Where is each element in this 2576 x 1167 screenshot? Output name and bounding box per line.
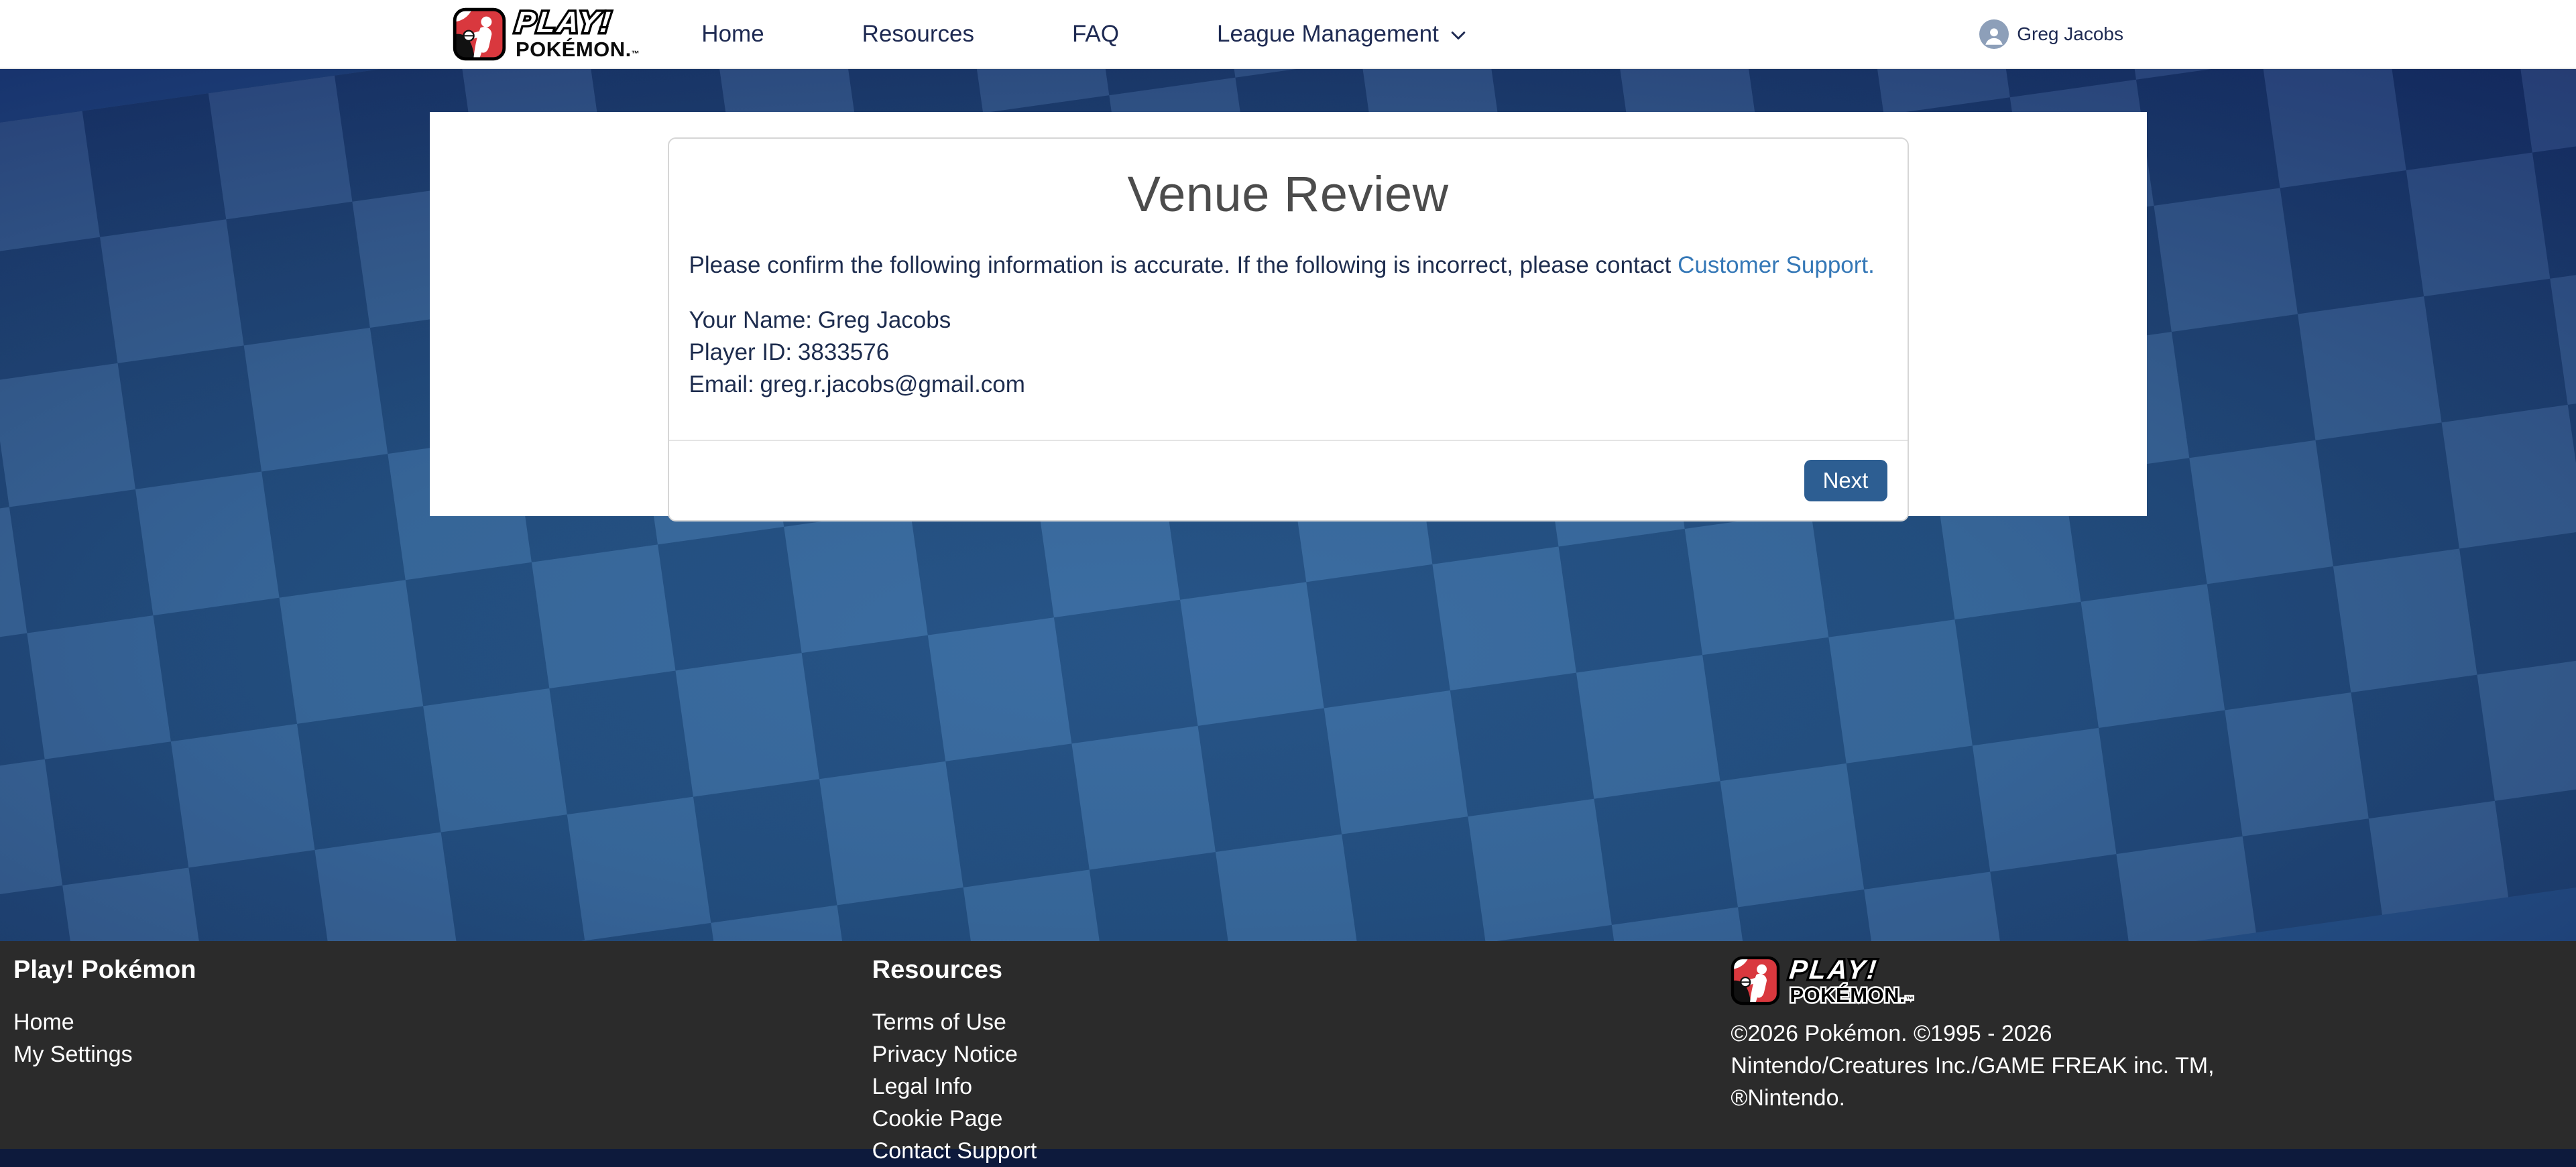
footer-link-terms-of-use[interactable]: Terms of Use [872, 1006, 1704, 1038]
content-panel: Venue Review Please confirm the followin… [430, 112, 2147, 516]
card-body: Venue Review Please confirm the followin… [669, 139, 1908, 440]
page-title: Venue Review [689, 166, 1887, 223]
nav-league-management-label: League Management [1217, 21, 1439, 48]
person-icon [1983, 25, 2005, 48]
logo-text: PLAY! POKÉMON.™ [1790, 957, 1914, 1005]
logo-pokemon-wordmark: POKÉMON.™ [1790, 985, 1914, 1005]
copyright-line-3: ®Nintendo. [1731, 1085, 1845, 1111]
copyright-line-1: ©2026 Pokémon. ©1995 - 2026 [1731, 1021, 2052, 1046]
field-email-label: Email: [689, 371, 754, 397]
footer-link-home[interactable]: Home [13, 1006, 845, 1038]
footer-link-cookie-page[interactable]: Cookie Page [872, 1103, 1704, 1135]
primary-nav: Home Resources FAQ League Management [701, 21, 1468, 48]
play-pokemon-emblem-icon [1731, 956, 1780, 1005]
avatar [1979, 19, 2009, 49]
venue-review-card: Venue Review Please confirm the followin… [668, 137, 1909, 521]
logo-play-wordmark: PLAY! [1788, 957, 1916, 983]
footer: Play! Pokémon Home My Settings Resources… [0, 941, 2576, 1149]
header-inner: PLAY! POKÉMON.™ Home Resources FAQ Leagu… [453, 7, 2123, 61]
user-name: Greg Jacobs [2017, 23, 2123, 45]
nav-faq[interactable]: FAQ [1072, 21, 1119, 48]
footer-col-play-pokemon: Play! Pokémon Home My Settings [0, 956, 859, 1149]
nav-home-label: Home [701, 21, 764, 48]
logo-play-wordmark: PLAY! [514, 8, 642, 38]
footer-heading-play-pokemon: Play! Pokémon [13, 956, 845, 985]
user-menu[interactable]: Greg Jacobs [1979, 19, 2123, 49]
next-button[interactable]: Next [1804, 460, 1887, 501]
footer-col-legal: PLAY! POKÉMON.™ ©2026 Pokémon. ©1995 - 2… [1717, 956, 2576, 1149]
field-email: Email:greg.r.jacobs@gmail.com [689, 369, 1887, 401]
play-pokemon-logo[interactable]: PLAY! POKÉMON.™ [453, 7, 640, 61]
nav-resources-label: Resources [862, 21, 974, 48]
customer-support-link[interactable]: Customer Support. [1678, 252, 1875, 278]
logo-text: PLAY! POKÉMON.™ [516, 8, 640, 60]
trademark-symbol: ™ [1906, 995, 1914, 1004]
nav-league-management[interactable]: League Management [1217, 21, 1468, 48]
footer-link-my-settings[interactable]: My Settings [13, 1038, 845, 1070]
field-player-id-label: Player ID: [689, 339, 793, 365]
footer-link-contact-support[interactable]: Contact Support [872, 1135, 1704, 1167]
copyright-line-2: Nintendo/Creatures Inc./GAME FREAK inc. … [1731, 1053, 2214, 1079]
nav-home[interactable]: Home [701, 21, 764, 48]
main-area: Venue Review Please confirm the followin… [0, 69, 2576, 941]
footer-heading-resources: Resources [872, 956, 1704, 985]
nav-faq-label: FAQ [1072, 21, 1119, 48]
trademark-symbol: ™ [632, 49, 640, 58]
player-info: Your Name:Greg Jacobs Player ID:3833576 … [689, 304, 1887, 401]
header: PLAY! POKÉMON.™ Home Resources FAQ Leagu… [0, 0, 2576, 69]
confirmation-text: Please confirm the following information… [689, 252, 1887, 279]
footer-play-pokemon-logo: PLAY! POKÉMON.™ [1731, 956, 2563, 1005]
field-email-value: greg.r.jacobs@gmail.com [760, 371, 1025, 397]
copyright: ©2026 Pokémon. ©1995 - 2026 Nintendo/Cre… [1731, 1018, 2468, 1114]
field-your-name: Your Name:Greg Jacobs [689, 304, 1887, 336]
field-player-id-value: 3833576 [798, 339, 889, 365]
nav-resources[interactable]: Resources [862, 21, 974, 48]
card-footer: Next [669, 440, 1908, 520]
play-pokemon-emblem-icon [453, 7, 506, 61]
footer-link-privacy-notice[interactable]: Privacy Notice [872, 1038, 1704, 1070]
confirmation-text-body: Please confirm the following information… [689, 252, 1672, 278]
field-player-id: Player ID:3833576 [689, 336, 1887, 369]
footer-link-legal-info[interactable]: Legal Info [872, 1070, 1704, 1103]
footer-col-resources: Resources Terms of Use Privacy Notice Le… [859, 956, 1718, 1149]
field-your-name-label: Your Name: [689, 307, 813, 333]
logo-pokemon-wordmark: POKÉMON.™ [516, 39, 640, 60]
field-your-name-value: Greg Jacobs [818, 307, 951, 333]
chevron-down-icon [1448, 25, 1468, 46]
